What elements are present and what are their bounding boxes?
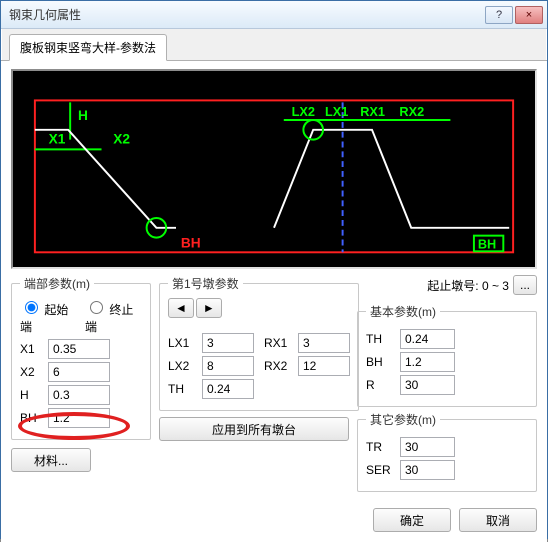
basic-R-label: R <box>366 378 396 392</box>
BH-label: BH <box>20 411 44 425</box>
end-params-legend: 端部参数(m) <box>20 275 94 292</box>
SER-input[interactable] <box>400 460 455 480</box>
pier-next-button[interactable]: ► <box>196 298 222 318</box>
LX1-label: LX1 <box>168 336 198 350</box>
X1-input[interactable] <box>48 339 110 359</box>
X2-label: X2 <box>20 365 44 379</box>
RX2-label: RX2 <box>264 359 294 373</box>
pier-params-legend: 第1号墩参数 <box>168 275 243 292</box>
pier-params-group: 第1号墩参数 ◄ ► LX1 RX1 LX2 <box>159 275 359 411</box>
tabstrip: 腹板钢束竖弯大样-参数法 <box>1 29 547 61</box>
other-params-legend: 其它参数(m) <box>366 411 440 428</box>
TR-label: TR <box>366 440 396 454</box>
H-input[interactable] <box>48 385 110 405</box>
apply-all-piers-button[interactable]: 应用到所有墩台 <box>159 417 349 441</box>
pier-range-more-button[interactable]: ... <box>513 275 537 295</box>
label-LX1: LX1 <box>325 104 348 119</box>
basic-TH-label: TH <box>366 332 396 346</box>
geometry-diagram: H X1 X2 BH LX2 LX1 RX1 RX2 <box>11 69 537 269</box>
dialog-window: 钢束几何属性 ? × 腹板钢束竖弯大样-参数法 H X1 X2 BH <box>0 0 548 539</box>
ok-button[interactable]: 确定 <box>373 508 451 532</box>
H-label: H <box>20 388 44 402</box>
basic-params-legend: 基本参数(m) <box>366 303 440 320</box>
TR-input[interactable] <box>400 437 455 457</box>
pier-TH-label: TH <box>168 382 198 396</box>
pier-TH-input[interactable] <box>202 379 254 399</box>
BH-input[interactable] <box>48 408 110 428</box>
tab-param-method[interactable]: 腹板钢束竖弯大样-参数法 <box>9 34 167 61</box>
label-RX1: RX1 <box>360 104 385 119</box>
label-BH-right: BH <box>478 236 496 251</box>
basic-R-input[interactable] <box>400 375 455 395</box>
basic-BH-label: BH <box>366 355 396 369</box>
label-H: H <box>78 108 88 123</box>
RX1-input[interactable] <box>298 333 350 353</box>
radio-start-label[interactable]: 起始端 <box>20 298 77 335</box>
SER-label: SER <box>366 463 396 477</box>
RX1-label: RX1 <box>264 336 294 350</box>
LX1-input[interactable] <box>202 333 254 353</box>
client-area: H X1 X2 BH LX2 LX1 RX1 RX2 <box>1 61 547 542</box>
window-title: 钢束几何属性 <box>5 6 483 23</box>
LX2-label: LX2 <box>168 359 198 373</box>
X1-label: X1 <box>20 342 44 356</box>
X2-input[interactable] <box>48 362 110 382</box>
other-params-group: 其它参数(m) TR SER <box>357 411 537 492</box>
dialog-footer: 确定 取消 <box>11 500 537 532</box>
cancel-button[interactable]: 取消 <box>459 508 537 532</box>
RX2-input[interactable] <box>298 356 350 376</box>
basic-params-group: 基本参数(m) TH BH R <box>357 303 537 407</box>
basic-BH-input[interactable] <box>400 352 455 372</box>
pier-range-label: 起止墩号: 0 ~ 3 <box>427 277 509 294</box>
label-LX2: LX2 <box>292 104 315 119</box>
pier-prev-button[interactable]: ◄ <box>168 298 194 318</box>
basic-TH-input[interactable] <box>400 329 455 349</box>
end-params-group: 端部参数(m) 起始端 终止端 X1 X2 <box>11 275 151 440</box>
label-X2: X2 <box>113 132 130 147</box>
help-button[interactable]: ? <box>485 6 513 24</box>
radio-end[interactable] <box>90 301 103 314</box>
label-BH-left: BH <box>181 235 201 250</box>
close-button[interactable]: × <box>515 6 543 24</box>
LX2-input[interactable] <box>202 356 254 376</box>
radio-start[interactable] <box>25 301 38 314</box>
material-button[interactable]: 材料... <box>11 448 91 472</box>
titlebar: 钢束几何属性 ? × <box>1 1 547 29</box>
radio-end-label[interactable]: 终止端 <box>85 298 142 335</box>
label-RX2: RX2 <box>399 104 424 119</box>
label-X1: X1 <box>49 132 66 147</box>
